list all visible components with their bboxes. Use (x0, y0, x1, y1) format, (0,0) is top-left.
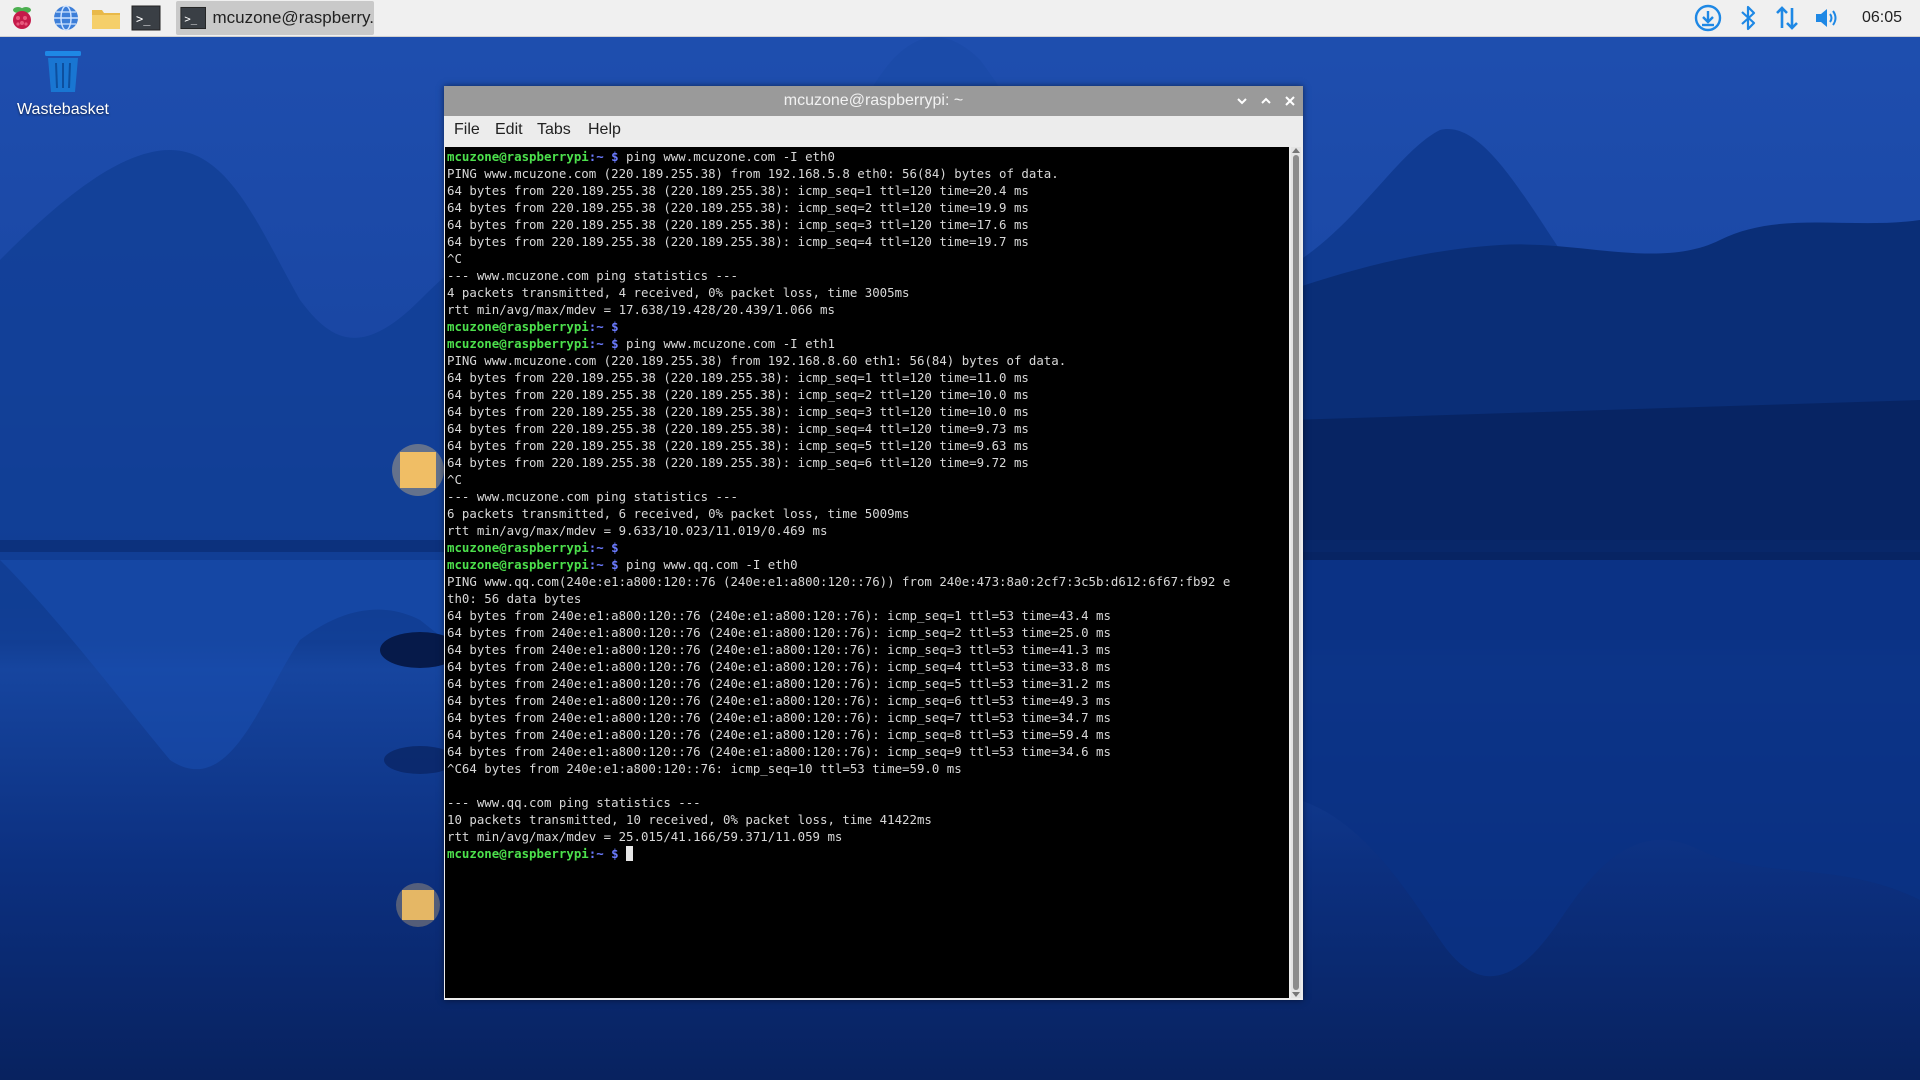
terminal-prompt-line: mcuzone@raspberrypi:~ $ (447, 845, 1289, 862)
download-icon[interactable] (1692, 2, 1724, 34)
terminal-text: mcuzone@raspberrypi:~ $ ping www.mcuzone… (445, 147, 1289, 862)
terminal-output-line: 64 bytes from 240e:e1:a800:120::76 (240e… (447, 744, 1111, 759)
web-browser-icon[interactable] (50, 2, 82, 34)
terminal-output-line: PING www.qq.com(240e:e1:a800:120::76 (24… (447, 574, 1231, 589)
terminal-output-line: 10 packets transmitted, 10 received, 0% … (447, 812, 932, 827)
volume-icon[interactable] (1810, 2, 1844, 34)
terminal-output-line: --- www.qq.com ping statistics --- (447, 795, 701, 810)
terminal-output-line: 64 bytes from 240e:e1:a800:120::76 (240e… (447, 676, 1111, 691)
terminal-output-line: 64 bytes from 220.189.255.38 (220.189.25… (447, 234, 1029, 249)
terminal-output-line: PING www.mcuzone.com (220.189.255.38) fr… (447, 353, 1067, 368)
terminal-output-line: 64 bytes from 220.189.255.38 (220.189.25… (447, 387, 1029, 402)
terminal-prompt-line: mcuzone@raspberrypi:~ $ ping www.mcuzone… (447, 148, 1289, 165)
maximize-button[interactable] (1254, 86, 1278, 116)
window-titlebar[interactable]: mcuzone@raspberrypi: ~ (444, 86, 1303, 116)
terminal-output-line: 64 bytes from 240e:e1:a800:120::76 (240e… (447, 659, 1111, 674)
terminal-output-line: ^C64 bytes from 240e:e1:a800:120::76: ic… (447, 761, 962, 776)
terminal-output-line: 64 bytes from 240e:e1:a800:120::76 (240e… (447, 608, 1111, 623)
terminal-output-line: 64 bytes from 220.189.255.38 (220.189.25… (447, 421, 1029, 436)
terminal-output-line: 64 bytes from 220.189.255.38 (220.189.25… (447, 438, 1029, 453)
terminal-output-line: ^C (447, 472, 462, 487)
terminal-output-line: th0: 56 data bytes (447, 591, 582, 606)
taskbar-task-label: mcuzone@raspberry... (212, 8, 374, 27)
file-manager-icon[interactable] (90, 2, 122, 34)
prompt-user: mcuzone@raspberrypi (447, 336, 589, 351)
chevron-down-icon (1237, 98, 1247, 105)
window-title: mcuzone@raspberrypi: ~ (783, 92, 964, 109)
terminal-prompt-line: mcuzone@raspberrypi:~ $ (447, 539, 1289, 556)
scrollbar[interactable] (1291, 147, 1301, 998)
prompt-user: mcuzone@raspberrypi (447, 846, 589, 861)
prompt-command (619, 846, 626, 861)
terminal-output-line: 64 bytes from 220.189.255.38 (220.189.25… (447, 183, 1029, 198)
raspberry-menu-icon[interactable] (6, 2, 38, 34)
minimize-button[interactable] (1230, 86, 1254, 116)
bluetooth-icon[interactable] (1732, 2, 1764, 34)
terminal-output-line: 4 packets transmitted, 4 received, 0% pa… (447, 285, 910, 300)
terminal-output-line: 64 bytes from 240e:e1:a800:120::76 (240e… (447, 625, 1111, 640)
prompt-user: mcuzone@raspberrypi (447, 149, 589, 164)
prompt-user: mcuzone@raspberrypi (447, 319, 589, 334)
menu-help[interactable]: Help (588, 116, 621, 144)
scroll-up-icon[interactable] (1292, 148, 1300, 153)
terminal-prompt-line: mcuzone@raspberrypi:~ $ ping www.qq.com … (447, 556, 1289, 573)
desktop-icon-label: Wastebasket (17, 101, 109, 118)
terminal-output-line: 64 bytes from 240e:e1:a800:120::76 (240e… (447, 693, 1111, 708)
terminal-output-line: 64 bytes from 240e:e1:a800:120::76 (240e… (447, 727, 1111, 742)
terminal-icon: >_ (180, 6, 207, 30)
svg-text:>_: >_ (184, 13, 197, 25)
terminal-output-line: ^C (447, 251, 462, 266)
prompt-user: mcuzone@raspberrypi (447, 557, 589, 572)
terminal-output-line: 64 bytes from 220.189.255.38 (220.189.25… (447, 455, 1029, 470)
terminal-output-line: 64 bytes from 240e:e1:a800:120::76 (240e… (447, 710, 1111, 725)
prompt-path: :~ $ (588, 336, 619, 351)
taskbar: >_ >_ mcuzone@raspberry... 06:05 (0, 0, 1920, 37)
prompt-path: :~ $ (588, 846, 619, 861)
terminal-prompt-line: mcuzone@raspberrypi:~ $ ping www.mcuzone… (447, 335, 1289, 352)
close-button[interactable] (1278, 86, 1302, 116)
prompt-command: ping www.mcuzone.com -I eth0 (618, 149, 835, 164)
menubar: File Edit Tabs Help (444, 116, 1303, 144)
prompt-command: ping www.qq.com -I eth0 (618, 557, 798, 572)
scrollbar-thumb[interactable] (1293, 155, 1299, 990)
scroll-down-icon[interactable] (1292, 992, 1300, 997)
menu-tabs[interactable]: Tabs (537, 116, 571, 144)
terminal-prompt-line: mcuzone@raspberrypi:~ $ (447, 318, 1289, 335)
network-icon[interactable] (1770, 2, 1804, 34)
terminal-output-line: 64 bytes from 240e:e1:a800:120::76 (240e… (447, 642, 1111, 657)
terminal-output-line: rtt min/avg/max/mdev = 17.638/19.428/20.… (447, 302, 835, 317)
prompt-command: ping www.mcuzone.com -I eth1 (618, 336, 835, 351)
terminal-window: mcuzone@raspberrypi: ~ File Edit Tabs He… (444, 86, 1303, 1000)
clock[interactable]: 06:05 (1862, 0, 1902, 36)
prompt-user: mcuzone@raspberrypi (447, 540, 589, 555)
menu-edit[interactable]: Edit (495, 116, 523, 144)
taskbar-task-terminal[interactable]: >_ mcuzone@raspberry... (176, 1, 374, 35)
svg-text:>_: >_ (136, 12, 151, 26)
prompt-path: :~ $ (588, 319, 619, 334)
terminal-output-line: PING www.mcuzone.com (220.189.255.38) fr… (447, 166, 1059, 181)
prompt-path: :~ $ (588, 149, 619, 164)
trash-icon (45, 51, 81, 92)
prompt-path: :~ $ (588, 540, 619, 555)
desktop-icon-wastebasket[interactable]: Wastebasket (10, 48, 116, 119)
terminal-output-line: 6 packets transmitted, 6 received, 0% pa… (447, 506, 910, 521)
terminal-output-line: --- www.mcuzone.com ping statistics --- (447, 268, 738, 283)
prompt-path: :~ $ (588, 557, 619, 572)
terminal-output-line: 64 bytes from 220.189.255.38 (220.189.25… (447, 370, 1029, 385)
text-cursor (626, 846, 634, 861)
terminal-output-line: --- www.mcuzone.com ping statistics --- (447, 489, 738, 504)
terminal-output[interactable]: mcuzone@raspberrypi:~ $ ping www.mcuzone… (445, 147, 1289, 998)
terminal-output-line: rtt min/avg/max/mdev = 9.633/10.023/11.0… (447, 523, 828, 538)
terminal-output-line: 64 bytes from 220.189.255.38 (220.189.25… (447, 404, 1029, 419)
terminal-output-line: rtt min/avg/max/mdev = 25.015/41.166/59.… (447, 829, 843, 844)
terminal-output-line: 64 bytes from 220.189.255.38 (220.189.25… (447, 217, 1029, 232)
chevron-up-icon (1261, 97, 1271, 104)
terminal-icon[interactable]: >_ (130, 2, 162, 34)
menu-file[interactable]: File (454, 116, 480, 144)
terminal-output-line: 64 bytes from 220.189.255.38 (220.189.25… (447, 200, 1029, 215)
close-icon (1285, 96, 1295, 106)
